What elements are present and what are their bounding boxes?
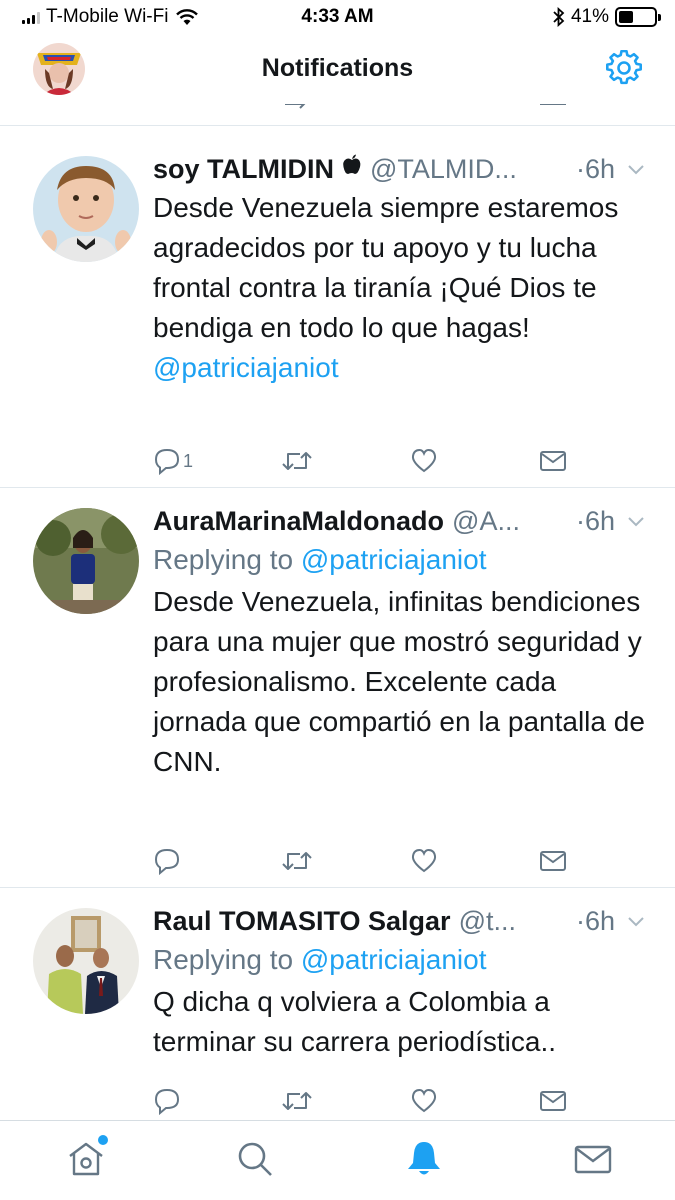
tweet-actions: 1	[153, 446, 583, 476]
bell-icon	[408, 1142, 440, 1175]
tweet-body: AuraMarinaMaldonado @A... ·6h Replying t…	[153, 504, 645, 782]
author-name[interactable]: Raul TOMASITO Salgar	[153, 904, 451, 938]
retweet-button[interactable]	[281, 846, 313, 876]
previous-tweet-actions	[0, 104, 675, 126]
tweet-text: Desde Venezuela, infinitas bendiciones p…	[153, 586, 645, 777]
author-handle[interactable]: @TALMID...	[370, 152, 574, 186]
nav-header: Notifications	[0, 36, 675, 104]
reply-button[interactable]: 1	[153, 446, 193, 476]
notifications-feed[interactable]: soy TALMIDIN @TALMID... ·6h Desde Venezu…	[0, 104, 675, 1120]
replying-to: Replying to @patriciajaniot	[153, 940, 645, 980]
reply-button[interactable]	[153, 846, 181, 876]
envelope-icon	[540, 1091, 566, 1111]
chevron-down-icon[interactable]	[627, 915, 645, 927]
tweet-text: Desde Venezuela siempre estaremos agrade…	[153, 188, 645, 388]
tab-notifications[interactable]	[404, 1139, 444, 1179]
page-title: Notifications	[261, 54, 414, 82]
tweet-text: Q dicha q volviera a Colombia a terminar…	[153, 986, 557, 1057]
author-handle[interactable]: @t...	[459, 904, 574, 938]
battery-icon	[615, 7, 661, 27]
tweet[interactable]: Raul TOMASITO Salgar @t... ·6h Replying …	[0, 888, 675, 1120]
tweet-header: AuraMarinaMaldonado @A... ·6h	[153, 504, 645, 538]
author-handle[interactable]: @A...	[452, 504, 574, 538]
retweet-icon	[282, 1092, 312, 1110]
author-name[interactable]: soy TALMIDIN	[153, 152, 334, 186]
bluetooth-icon	[553, 7, 565, 27]
reply-icon	[154, 848, 180, 875]
mention-link[interactable]: @patriciajaniot	[301, 944, 487, 975]
heart-icon	[411, 1088, 437, 1113]
retweet-icon	[282, 852, 312, 870]
like-button[interactable]	[410, 1086, 438, 1116]
status-bar: T-Mobile Wi-Fi 4:33 AM 41%	[0, 0, 675, 36]
battery-percent: 41%	[570, 6, 609, 27]
retweet-button[interactable]	[281, 1086, 313, 1116]
status-right: 41%	[553, 6, 661, 28]
envelope-icon	[540, 851, 566, 871]
tweet-text-content: Desde Venezuela siempre estaremos agrade…	[153, 192, 619, 343]
chevron-down-icon[interactable]	[627, 163, 645, 175]
like-button[interactable]	[410, 846, 438, 876]
reply-icon	[154, 448, 180, 475]
replying-to: Replying to @patriciajaniot	[153, 540, 645, 580]
reply-count: 1	[183, 450, 194, 471]
heart-icon[interactable]	[410, 104, 438, 112]
tweet[interactable]: soy TALMIDIN @TALMID... ·6h Desde Venezu…	[0, 136, 675, 488]
retweet-button[interactable]	[281, 446, 313, 476]
search-icon	[238, 1142, 272, 1176]
mention-link[interactable]: @patriciajaniot	[153, 352, 339, 383]
heart-icon	[411, 448, 437, 473]
tab-messages[interactable]	[573, 1139, 613, 1179]
tweet-body: Raul TOMASITO Salgar @t... ·6h Replying …	[153, 904, 645, 1062]
apple-icon	[342, 152, 362, 186]
tweet-time: ·6h	[575, 906, 615, 936]
envelope-icon[interactable]	[539, 104, 567, 112]
avatar[interactable]	[33, 156, 139, 262]
tab-bar	[0, 1120, 675, 1200]
tweet-body: soy TALMIDIN @TALMID... ·6h Desde Venezu…	[153, 152, 645, 388]
envelope-icon	[540, 451, 566, 471]
settings-button[interactable]	[606, 49, 642, 86]
heart-icon	[411, 848, 437, 873]
tweet-actions	[153, 1086, 583, 1116]
notification-dot	[98, 1135, 108, 1145]
replying-to-prefix: Replying to	[153, 944, 294, 975]
dm-button[interactable]	[539, 1086, 567, 1116]
tweet-actions	[153, 846, 583, 876]
dm-button[interactable]	[539, 446, 567, 476]
retweet-icon[interactable]	[282, 104, 312, 112]
dm-button[interactable]	[539, 846, 567, 876]
envelope-icon	[574, 1145, 612, 1174]
retweet-icon	[282, 452, 312, 470]
author-name[interactable]: AuraMarinaMaldonado	[153, 504, 444, 538]
tab-search[interactable]	[235, 1139, 275, 1179]
like-button[interactable]	[410, 446, 438, 476]
mention-link[interactable]: @patriciajaniot	[301, 544, 487, 575]
gear-icon	[606, 49, 642, 85]
tweet-header: Raul TOMASITO Salgar @t... ·6h	[153, 904, 645, 938]
replying-to-prefix: Replying to	[153, 544, 294, 575]
tweet-header: soy TALMIDIN @TALMID... ·6h	[153, 152, 645, 186]
tab-home[interactable]	[66, 1135, 108, 1179]
chevron-down-icon[interactable]	[627, 515, 645, 527]
tweet[interactable]: AuraMarinaMaldonado @A... ·6h Replying t…	[0, 488, 675, 888]
avatar[interactable]	[33, 908, 139, 1014]
avatar[interactable]	[33, 508, 139, 614]
home-icon	[69, 1142, 103, 1176]
reply-icon	[154, 1088, 180, 1115]
reply-icon[interactable]	[153, 104, 181, 116]
reply-button[interactable]	[153, 1086, 181, 1116]
tweet-time: ·6h	[575, 506, 615, 536]
tweet-time: ·6h	[575, 154, 615, 184]
